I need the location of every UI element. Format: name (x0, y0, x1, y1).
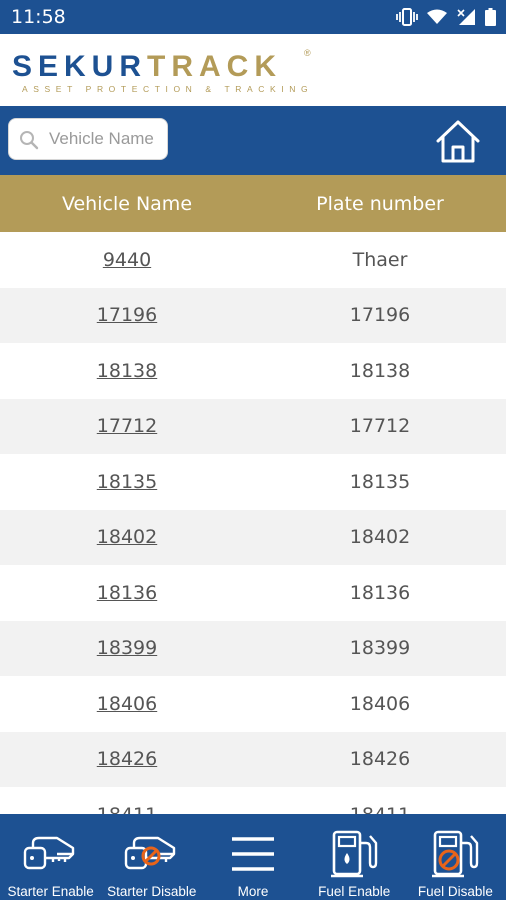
table-row[interactable]: 18136 18136 (0, 565, 506, 621)
wifi-icon (427, 9, 447, 24)
table-row[interactable]: 18135 18135 (0, 454, 506, 510)
starter-disable-button[interactable]: Starter Disable (101, 814, 202, 900)
fuel-enable-button[interactable]: Fuel Enable (304, 814, 405, 900)
menu-icon (232, 837, 274, 871)
column-header-plate-number[interactable]: Plate number (254, 193, 506, 215)
vehicle-name-link[interactable]: 18411 (97, 804, 157, 814)
starter-enable-button[interactable]: Starter Enable (0, 814, 101, 900)
plate-number-cell: 18135 (349, 470, 411, 493)
sekurtrack-logo: SEKURTRACK ® ASSET PROTECTION & TRACKING (12, 48, 313, 94)
vehicle-name-link[interactable]: 17712 (97, 415, 157, 437)
vehicle-table: 9440 Thaer 17196 17196 18138 18138 17712… (0, 232, 506, 814)
plate-number-cell: 18399 (349, 637, 411, 660)
status-time: 11:58 (11, 6, 66, 28)
column-header-vehicle-name[interactable]: Vehicle Name (0, 193, 254, 215)
plate-number-cell: 17712 (349, 415, 411, 438)
vibrate-icon (396, 8, 418, 26)
search-icon (20, 131, 39, 150)
table-row[interactable]: 9440 Thaer (0, 232, 506, 288)
vehicle-name-link[interactable]: 9440 (103, 249, 151, 271)
search-bar (0, 106, 506, 175)
starter-disable-label: Starter Disable (107, 884, 197, 899)
table-header: Vehicle Name Plate number (0, 175, 506, 232)
vehicle-name-link[interactable]: 18399 (97, 637, 157, 659)
fuel-pump-icon (331, 830, 378, 878)
table-row[interactable]: 18402 18402 (0, 509, 506, 565)
plate-number-cell: Thaer (352, 248, 408, 271)
table-row[interactable]: 17196 17196 (0, 287, 506, 343)
vehicle-name-link[interactable]: 18406 (97, 693, 157, 715)
vehicle-name-link[interactable]: 18426 (97, 748, 157, 770)
bottom-nav: Starter Enable Starter Disable More Fuel… (0, 814, 506, 900)
more-button[interactable]: More (202, 814, 303, 900)
fuel-pump-disabled-icon (432, 830, 479, 878)
home-button[interactable] (433, 118, 483, 164)
fuel-disable-button[interactable]: Fuel Disable (405, 814, 506, 900)
svg-text:ASSET PROTECTION & TRACKING: ASSET PROTECTION & TRACKING (22, 84, 313, 94)
vehicle-name-link[interactable]: 18402 (97, 526, 157, 548)
key-icon (23, 836, 74, 870)
key-disabled-icon (124, 836, 175, 870)
status-bar: 11:58 (0, 0, 506, 34)
svg-text:®: ® (304, 48, 311, 58)
search-box[interactable] (8, 118, 168, 160)
svg-text:SEKURTRACK: SEKURTRACK (12, 50, 282, 83)
vehicle-name-link[interactable]: 17196 (97, 304, 157, 326)
plate-number-cell: 18411 (254, 804, 506, 814)
logo-bar: SEKURTRACK ® ASSET PROTECTION & TRACKING (0, 34, 506, 106)
vehicle-name-link[interactable]: 18138 (97, 360, 157, 382)
search-input[interactable] (49, 119, 165, 159)
vehicle-name-link[interactable]: 18136 (97, 582, 157, 604)
plate-number-cell: 18138 (349, 359, 411, 382)
table-row[interactable]: 18426 18426 (0, 731, 506, 787)
table-row[interactable]: 18406 18406 (0, 676, 506, 732)
fuel-disable-label: Fuel Disable (417, 884, 493, 899)
status-icons (396, 6, 496, 28)
plate-number-cell: 18426 (349, 748, 411, 771)
more-label: More (237, 884, 269, 899)
plate-number-cell: 18136 (349, 581, 411, 604)
plate-number-cell: 18402 (349, 526, 411, 549)
table-row[interactable]: 17712 17712 (0, 398, 506, 454)
starter-enable-label: Starter Enable (7, 884, 94, 899)
table-row[interactable]: 18411 18411 (0, 787, 506, 814)
signal-icon (457, 9, 475, 25)
home-icon (436, 120, 480, 163)
table-row[interactable]: 18399 18399 (0, 620, 506, 676)
battery-icon (485, 8, 496, 26)
plate-number-cell: 18406 (349, 692, 411, 715)
vehicle-name-link[interactable]: 18135 (97, 471, 157, 493)
plate-number-cell: 17196 (349, 304, 411, 327)
table-row[interactable]: 18138 18138 (0, 343, 506, 399)
fuel-enable-label: Fuel Enable (318, 884, 391, 899)
